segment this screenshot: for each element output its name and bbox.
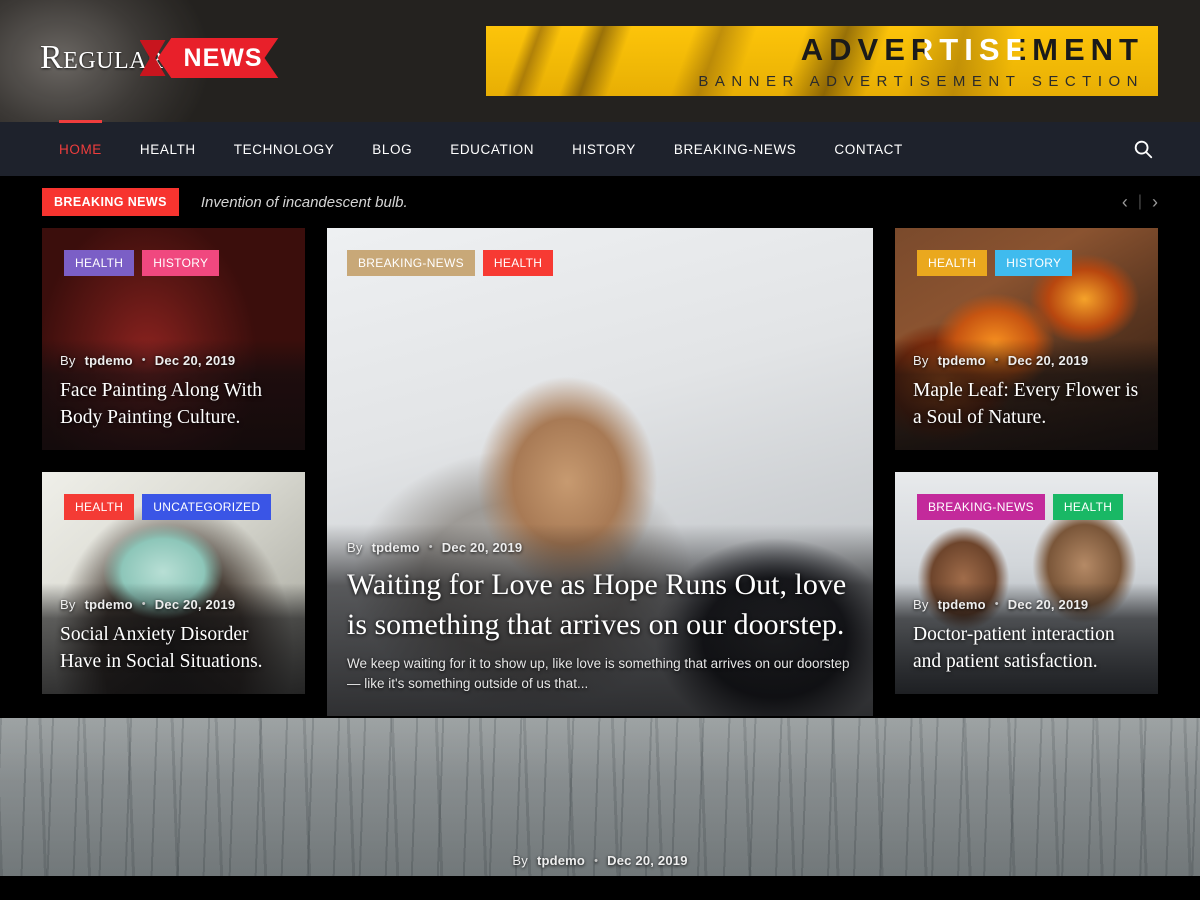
ticker-badge: BREAKING NEWS	[42, 188, 179, 216]
article-info: By tpdemo • Dec 20, 2019 Social Anxiety …	[42, 583, 305, 694]
meta-author[interactable]: tpdemo	[372, 540, 420, 555]
meta-author[interactable]: tpdemo	[85, 597, 133, 612]
article-meta: By tpdemo • Dec 20, 2019	[913, 597, 1140, 612]
meta-by-label: By	[60, 597, 76, 612]
article-title[interactable]: Face Painting Along With Body Painting C…	[60, 377, 287, 432]
meta-by-label: By	[60, 353, 76, 368]
category-badge-uncategorized[interactable]: UNCATEGORIZED	[142, 494, 271, 520]
category-badge-breaking-news[interactable]: BREAKING-NEWS	[347, 250, 475, 276]
meta-author[interactable]: tpdemo	[537, 853, 585, 868]
article-card-maple-leaf[interactable]: HEALTH HISTORY By tpdemo • Dec 20, 2019 …	[895, 228, 1158, 450]
article-meta: By tpdemo • Dec 20, 2019	[913, 353, 1140, 368]
article-meta: By tpdemo • Dec 20, 2019	[347, 540, 853, 555]
article-card-face-painting[interactable]: HEALTH HISTORY By tpdemo • Dec 20, 2019 …	[42, 228, 305, 450]
bottom-feature-band[interactable]: By tpdemo • Dec 20, 2019	[0, 718, 1200, 876]
category-badges: HEALTH HISTORY	[64, 250, 219, 276]
article-excerpt: We keep waiting for it to show up, like …	[347, 654, 853, 695]
article-meta: By tpdemo • Dec 20, 2019	[60, 597, 287, 612]
breaking-news-ticker: BREAKING NEWS Invention of incandescent …	[0, 176, 1200, 228]
ticker-prev-icon[interactable]: ‹	[1122, 192, 1128, 213]
meta-separator: •	[995, 598, 999, 610]
category-badge-health[interactable]: HEALTH	[64, 250, 134, 276]
article-card-doctor-patient[interactable]: BREAKING-NEWS HEALTH By tpdemo • Dec 20,…	[895, 472, 1158, 694]
featured-posts-grid: HEALTH HISTORY By tpdemo • Dec 20, 2019 …	[0, 228, 1200, 718]
meta-date: Dec 20, 2019	[1008, 597, 1088, 612]
category-badge-history[interactable]: HISTORY	[142, 250, 219, 276]
article-card-featured[interactable]: BREAKING-NEWS HEALTH By tpdemo • Dec 20,…	[327, 228, 873, 716]
article-title[interactable]: Maple Leaf: Every Flower is a Soul of Na…	[913, 377, 1140, 432]
category-badges: BREAKING-NEWS HEALTH	[917, 494, 1123, 520]
nav-item-technology[interactable]: TECHNOLOGY	[215, 122, 354, 176]
category-badges: BREAKING-NEWS HEALTH	[347, 250, 553, 276]
main-navigation: HOME HEALTH TECHNOLOGY BLOG EDUCATION HI…	[0, 122, 1200, 176]
nav-item-blog[interactable]: BLOG	[353, 122, 431, 176]
nav-item-breaking-news[interactable]: BREAKING-NEWS	[655, 122, 816, 176]
meta-separator: •	[142, 598, 146, 610]
right-column: HEALTH HISTORY By tpdemo • Dec 20, 2019 …	[895, 228, 1158, 718]
article-info: By tpdemo • Dec 20, 2019 Doctor-patient …	[895, 583, 1158, 694]
meta-date: Dec 20, 2019	[442, 540, 522, 555]
advertisement-subtitle: BANNER ADVERTISEMENT SECTION	[698, 73, 1144, 90]
nav-item-home[interactable]: HOME	[40, 122, 121, 176]
article-meta: By tpdemo • Dec 20, 2019	[60, 353, 287, 368]
article-title[interactable]: Waiting for Love as Hope Runs Out, love …	[347, 565, 853, 645]
meta-by-label: By	[913, 353, 929, 368]
nav-item-education[interactable]: EDUCATION	[431, 122, 553, 176]
meta-by-label: By	[347, 540, 363, 555]
category-badge-breaking-news[interactable]: BREAKING-NEWS	[917, 494, 1045, 520]
site-logo[interactable]: Regular NEWS	[40, 36, 279, 80]
category-badge-health[interactable]: HEALTH	[64, 494, 134, 520]
nav-list: HOME HEALTH TECHNOLOGY BLOG EDUCATION HI…	[0, 122, 922, 176]
category-badges: HEALTH HISTORY	[917, 250, 1072, 276]
ticker-next-icon[interactable]: ›	[1152, 192, 1158, 213]
bottom-article-meta: By tpdemo • Dec 20, 2019	[512, 853, 687, 868]
category-badge-health[interactable]: HEALTH	[483, 250, 553, 276]
category-badge-health[interactable]: HEALTH	[917, 250, 987, 276]
logo-badge-text: NEWS	[158, 38, 279, 79]
advertisement-title: ADVERTISEMENT	[801, 32, 1144, 68]
category-badges: HEALTH UNCATEGORIZED	[64, 494, 271, 520]
search-icon[interactable]	[1132, 138, 1154, 160]
meta-separator: •	[594, 855, 598, 867]
main-column: BREAKING-NEWS HEALTH By tpdemo • Dec 20,…	[327, 228, 873, 718]
meta-date: Dec 20, 2019	[607, 853, 687, 868]
article-title[interactable]: Social Anxiety Disorder Have in Social S…	[60, 621, 287, 676]
bottom-meta-wrapper: By tpdemo • Dec 20, 2019	[0, 853, 1200, 868]
left-column: HEALTH HISTORY By tpdemo • Dec 20, 2019 …	[42, 228, 305, 718]
nav-item-history[interactable]: HISTORY	[553, 122, 655, 176]
meta-by-label: By	[913, 597, 929, 612]
site-header: Regular NEWS ADVERTISEMENT BANNER ADVERT…	[0, 0, 1200, 122]
meta-date: Dec 20, 2019	[155, 597, 235, 612]
article-info: By tpdemo • Dec 20, 2019 Face Painting A…	[42, 339, 305, 450]
meta-author[interactable]: tpdemo	[85, 353, 133, 368]
advertisement-banner[interactable]: ADVERTISEMENT BANNER ADVERTISEMENT SECTI…	[486, 26, 1158, 96]
article-title[interactable]: Doctor-patient interaction and patient s…	[913, 621, 1140, 676]
logo-news-badge: NEWS	[158, 36, 279, 80]
ticker-controls: ‹ | ›	[1122, 192, 1158, 213]
meta-separator: •	[995, 354, 999, 366]
meta-date: Dec 20, 2019	[155, 353, 235, 368]
category-badge-health[interactable]: HEALTH	[1053, 494, 1123, 520]
meta-by-label: By	[512, 853, 528, 868]
meta-author[interactable]: tpdemo	[938, 353, 986, 368]
article-info: By tpdemo • Dec 20, 2019 Waiting for Lov…	[327, 524, 873, 716]
meta-separator: •	[142, 354, 146, 366]
category-badge-history[interactable]: HISTORY	[995, 250, 1072, 276]
meta-author[interactable]: tpdemo	[938, 597, 986, 612]
meta-separator: •	[429, 541, 433, 553]
nav-item-contact[interactable]: CONTACT	[815, 122, 921, 176]
ticker-headline[interactable]: Invention of incandescent bulb.	[201, 194, 408, 211]
article-card-social-anxiety[interactable]: HEALTH UNCATEGORIZED By tpdemo • Dec 20,…	[42, 472, 305, 694]
article-info: By tpdemo • Dec 20, 2019 Maple Leaf: Eve…	[895, 339, 1158, 450]
ticker-divider: |	[1138, 193, 1142, 211]
nav-item-health[interactable]: HEALTH	[121, 122, 215, 176]
meta-date: Dec 20, 2019	[1008, 353, 1088, 368]
